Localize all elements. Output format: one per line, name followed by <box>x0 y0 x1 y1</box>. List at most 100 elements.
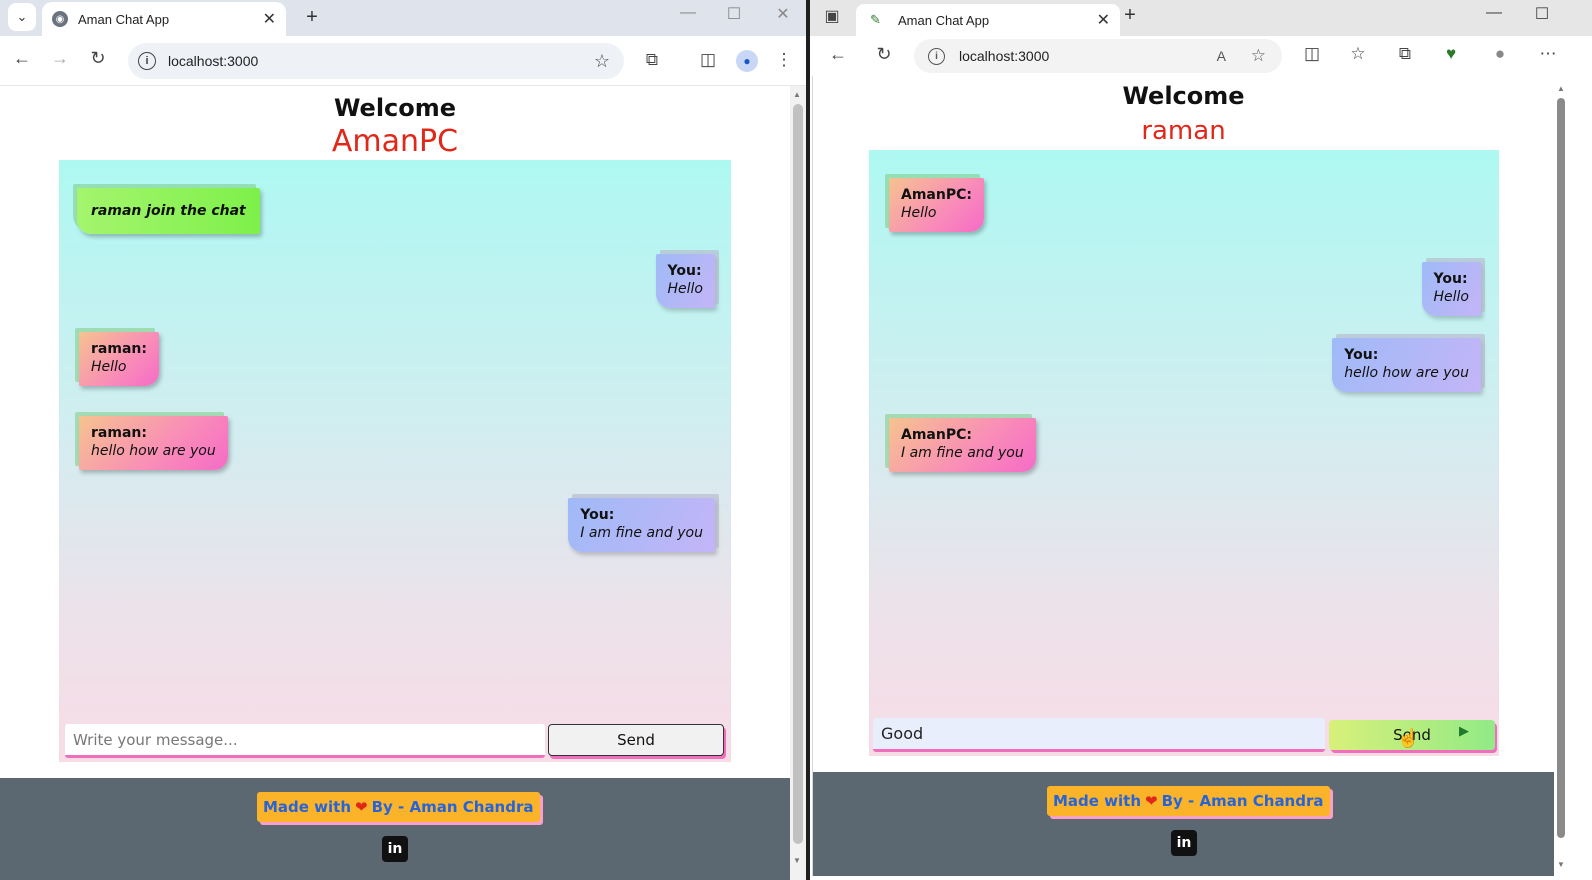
profile-avatar-icon[interactable]: ● <box>1488 44 1512 64</box>
heart-icon: ❤ <box>1145 792 1158 810</box>
message-bubble: AmanPC: I am fine and you <box>889 418 1036 472</box>
reload-icon[interactable]: ↻ <box>86 48 110 69</box>
globe-icon: ◉ <box>52 11 68 27</box>
new-tab-icon[interactable]: + <box>1118 4 1142 27</box>
read-aloud-icon[interactable]: A <box>1217 48 1226 64</box>
message-sender: raman: <box>91 341 147 357</box>
scrollbar-thumb[interactable] <box>793 104 803 844</box>
new-tab-icon[interactable]: + <box>300 6 324 29</box>
message-input[interactable] <box>65 724 545 758</box>
scrollbar[interactable]: ▲ ▼ <box>790 86 806 880</box>
author-text: By - Aman Chandra <box>1161 792 1324 810</box>
play-arrow-icon: ▶ <box>1459 724 1469 739</box>
toolbar: ← → ↻ i localhost:3000 ☆ ⧉ ◫ ● ⋮ <box>0 36 806 86</box>
more-menu-icon[interactable]: ⋮ <box>772 50 796 70</box>
maximize-icon[interactable]: ☐ <box>722 4 746 24</box>
message-sender: You: <box>580 507 615 523</box>
username-heading: AmanPC <box>331 124 459 159</box>
scroll-up-icon[interactable]: ▲ <box>793 90 801 99</box>
profile-avatar-icon[interactable]: ● <box>736 50 758 72</box>
minimize-icon[interactable]: — <box>1482 4 1506 22</box>
url-text: localhost:3000 <box>959 48 1050 64</box>
message-bubble: You: Hello <box>1421 262 1481 316</box>
welcome-heading: Welcome <box>333 94 457 122</box>
collections-icon[interactable]: ⧉ <box>1393 44 1417 64</box>
tab-actions-icon[interactable]: ▣ <box>820 6 844 26</box>
welcome-heading: Welcome <box>1122 82 1245 110</box>
chat-area: AmanPC: Hello You: Hello You: hello how … <box>869 150 1499 756</box>
tab-bar: ⌄ ◉ Aman Chat App ✕ + — ☐ ✕ <box>0 0 806 36</box>
message-sender: raman: <box>91 425 147 441</box>
favorite-star-icon[interactable]: ☆ <box>1251 46 1266 66</box>
more-menu-icon[interactable]: ⋯ <box>1536 44 1560 64</box>
toolbar: ← ↻ i localhost:3000 A ☆ ◫ ☆ ⧉ ♥ ● ⋯ <box>810 36 1592 76</box>
message-bubble: You: Hello <box>655 254 715 308</box>
split-screen-icon[interactable]: ◫ <box>1300 44 1324 64</box>
author-text: By - Aman Chandra <box>371 798 534 816</box>
page-content: Welcome raman AmanPC: Hello You: Hello Y… <box>812 76 1554 876</box>
scroll-down-icon[interactable]: ▼ <box>793 856 801 865</box>
message-text: Hello <box>91 359 127 375</box>
tab-search-button[interactable]: ⌄ <box>8 3 36 31</box>
reload-icon[interactable]: ↻ <box>872 44 896 65</box>
site-info-icon[interactable]: i <box>928 47 945 65</box>
tab-bar: ▣ ✎ Aman Chat App ✕ + — ☐ <box>810 0 1592 36</box>
address-bar[interactable]: i localhost:3000 A ☆ <box>914 39 1282 73</box>
scrollbar[interactable]: ▲ ▼ <box>1554 84 1568 872</box>
close-icon[interactable]: ✕ <box>1097 10 1110 30</box>
maximize-icon[interactable]: ☐ <box>1530 4 1554 24</box>
scroll-up-icon[interactable]: ▲ <box>1557 84 1565 93</box>
send-button[interactable]: Send <box>548 724 724 756</box>
back-icon[interactable]: ← <box>826 44 850 65</box>
bookmark-star-icon[interactable]: ☆ <box>594 51 610 72</box>
message-sender: AmanPC: <box>901 427 972 443</box>
minimize-icon[interactable]: — <box>676 4 700 22</box>
message-bubble: AmanPC: Hello <box>889 178 984 232</box>
scrollbar-thumb[interactable] <box>1557 98 1565 838</box>
window-close-icon[interactable]: ✕ <box>771 4 795 24</box>
browser-tab[interactable]: ◉ Aman Chat App ✕ <box>42 2 286 36</box>
extensions-icon[interactable]: ⧉ <box>640 50 664 70</box>
url-text: localhost:3000 <box>168 53 259 69</box>
message-text: Hello <box>1433 289 1470 305</box>
favorites-icon[interactable]: ☆ <box>1346 44 1370 64</box>
footer: Made with ❤ By - Aman Chandra in <box>0 778 790 880</box>
tab-title: Aman Chat App <box>78 11 170 27</box>
message-text: I am fine and you <box>901 445 1024 461</box>
made-with-text: Made with <box>1053 792 1142 810</box>
chevron-down-icon: ⌄ <box>16 9 28 24</box>
made-with-badge: Made with ❤ By - Aman Chandra <box>1047 786 1330 816</box>
message-text: Hello <box>667 281 704 297</box>
system-message: raman join the chat <box>77 188 260 234</box>
chat-area: raman join the chat You: Hello raman: He… <box>59 160 731 762</box>
close-icon[interactable]: ✕ <box>263 9 276 29</box>
footer: Made with ❤ By - Aman Chandra in <box>813 772 1554 876</box>
pointer-cursor-icon: ☝ <box>1397 728 1420 748</box>
browser-essentials-icon[interactable]: ♥ <box>1439 44 1463 64</box>
message-text: I am fine and you <box>580 525 703 541</box>
message-sender: You: <box>1433 271 1468 287</box>
linkedin-icon[interactable]: in <box>382 836 408 862</box>
made-with-badge: Made with ❤ By - Aman Chandra <box>257 792 540 822</box>
app-favicon-icon: ✎ <box>870 12 881 27</box>
back-icon[interactable]: ← <box>10 48 34 69</box>
made-with-text: Made with <box>263 798 352 816</box>
side-panel-icon[interactable]: ◫ <box>696 50 720 70</box>
browser-tab[interactable]: ✎ Aman Chat App ✕ <box>856 4 1120 36</box>
message-text: hello how are you <box>91 443 216 459</box>
message-bubble: raman: Hello <box>79 332 159 386</box>
address-bar[interactable]: i localhost:3000 ☆ <box>128 43 624 79</box>
message-sender: You: <box>667 263 702 279</box>
scroll-down-icon[interactable]: ▼ <box>1557 860 1565 869</box>
heart-icon: ❤ <box>355 798 368 816</box>
message-bubble: You: hello how are you <box>1332 338 1481 392</box>
site-info-icon[interactable]: i <box>138 52 156 70</box>
right-browser-window: ▣ ✎ Aman Chat App ✕ + — ☐ ← ↻ i localhos… <box>810 0 1592 880</box>
message-text: Hello <box>901 205 937 221</box>
message-input[interactable] <box>873 718 1325 752</box>
linkedin-icon[interactable]: in <box>1171 830 1197 856</box>
message-text: hello how are you <box>1344 365 1469 381</box>
tab-title: Aman Chat App <box>898 12 990 28</box>
message-bubble: raman: hello how are you <box>79 416 228 470</box>
forward-icon[interactable]: → <box>48 48 72 69</box>
